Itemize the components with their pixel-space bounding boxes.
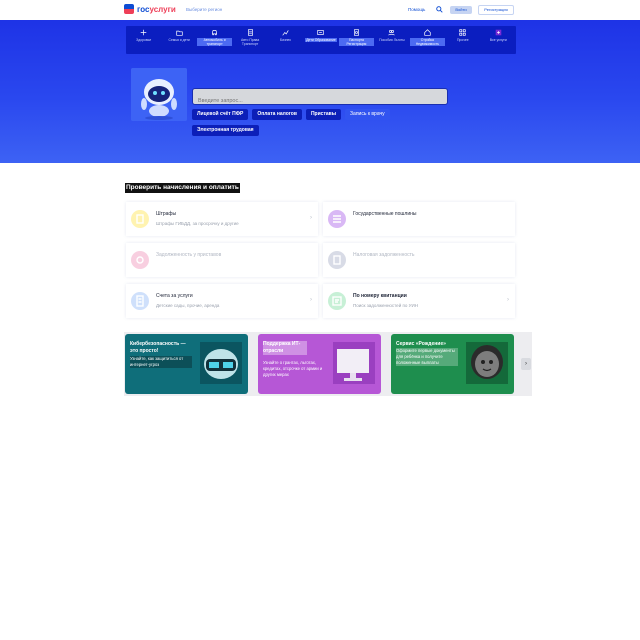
category-item[interactable]: Здоровье: [126, 26, 161, 54]
logo-text-uslugi: услуги: [149, 4, 176, 14]
car-icon: [211, 29, 218, 36]
education-icon: [317, 29, 325, 36]
passport-icon: [353, 29, 360, 36]
duty-icon: [328, 210, 346, 228]
chevron-right-icon: ›: [310, 297, 312, 303]
category-label: Паспорта Регистрация: [338, 38, 375, 46]
tile-subtitle: Поиск задолженностей по УИН: [353, 303, 418, 308]
fine-icon: [131, 210, 149, 228]
family-icon: [176, 29, 183, 36]
search-field[interactable]: [192, 88, 448, 109]
tile-title: Государственные пошлины: [353, 211, 417, 217]
bill-icon: [131, 292, 149, 310]
tile-title: Счета за услуги: [156, 293, 193, 299]
banner-title: Сервис «Рождение»: [396, 341, 446, 347]
banner-title: Кибербезопасность — это просто!: [130, 341, 186, 354]
category-label: Дети Образование: [305, 38, 337, 42]
banner-description: Узнайте, как защититься от интернет-угро…: [130, 356, 192, 368]
payment-tile[interactable]: По номеру квитанции Поиск задолженностей …: [323, 284, 515, 318]
tile-subtitle: Штрафы ГИБДД, за просрочку и другие: [156, 221, 239, 226]
promo-banner[interactable]: Кибербезопасность — это просто! Узнайте, …: [125, 334, 248, 394]
help-link[interactable]: Помощь: [408, 7, 425, 12]
category-label: Пособия Льготы: [379, 38, 405, 42]
category-item[interactable]: Стройка Недвижимость: [409, 26, 446, 54]
login-button[interactable]: Войти: [450, 6, 472, 14]
document-icon: [247, 29, 254, 36]
top-header: госуслуги Выберите регион Помощь Войти Р…: [0, 0, 640, 20]
category-label: Автомобиль и транспорт: [196, 38, 233, 46]
tile-title: Задолженность у приставов: [156, 252, 222, 258]
bailiff-icon: [131, 251, 149, 269]
payment-tile[interactable]: Задолженность у приставов: [126, 243, 318, 277]
grid-icon: [459, 29, 466, 36]
quick-link-chip[interactable]: Лицевой счёт ПФР: [192, 109, 249, 120]
monitor-icon: [333, 342, 375, 384]
category-item[interactable]: Авто Права Транспорт: [232, 26, 267, 54]
payment-tile[interactable]: Государственные пошлины: [323, 202, 515, 236]
carousel-next-button[interactable]: ›: [521, 358, 531, 370]
banner-description: Узнайте о грантах, льготах, кредитах, от…: [263, 360, 323, 377]
category-item[interactable]: Автомобиль и транспорт: [196, 26, 233, 54]
chevron-right-icon: ›: [310, 215, 312, 221]
promo-carousel: Кибербезопасность — это просто! Узнайте, …: [124, 332, 532, 396]
page: госуслуги Выберите регион Помощь Войти Р…: [0, 0, 640, 640]
banner-title: Поддержка ИТ-отрасли: [263, 341, 307, 355]
section-title: Проверить начисления и оплатить: [125, 183, 240, 193]
category-label: Семья и дети: [168, 38, 190, 42]
tile-title: Налоговая задолженность: [353, 252, 415, 258]
category-label: Авто Права Транспорт: [240, 38, 260, 46]
chevron-right-icon: ›: [507, 297, 509, 303]
search-input[interactable]: [193, 93, 447, 109]
receipt-icon: [328, 292, 346, 310]
category-item[interactable]: Пособия Льготы: [374, 26, 409, 54]
quick-link-chip[interactable]: Приставы: [305, 109, 342, 120]
category-item[interactable]: Прочее: [445, 26, 480, 54]
shield-helmet-icon: [200, 342, 242, 384]
house-icon: [424, 29, 431, 36]
banner-description: Оформите первые документы для ребёнка и …: [396, 348, 458, 366]
promo-banner[interactable]: Поддержка ИТ-отрасли Узнайте о грантах, л…: [258, 334, 381, 394]
quick-link-chip[interactable]: Электронная трудовая: [192, 125, 259, 136]
search-icon[interactable]: [436, 6, 443, 13]
robot-assistant-icon[interactable]: [131, 68, 187, 121]
tile-title: По номеру квитанции: [353, 293, 407, 299]
payment-tile[interactable]: Налоговая задолженность: [323, 243, 515, 277]
register-button[interactable]: Регистрация: [478, 5, 514, 15]
category-item[interactable]: Дети Образование: [303, 26, 338, 54]
baby-icon: [466, 342, 508, 384]
payments-grid: Штрафы Штрафы ГИБДД, за просрочку и други…: [126, 202, 515, 318]
tile-subtitle: Детские сады, прочие, аренда: [156, 303, 220, 308]
category-label: Стройка Недвижимость: [409, 38, 446, 46]
quick-link-chip[interactable]: Запись к врачу: [345, 109, 390, 120]
payment-tile[interactable]: Штрафы Штрафы ГИБДД, за просрочку и други…: [126, 202, 318, 236]
category-label: Здоровье: [136, 38, 152, 42]
tile-title: Штрафы: [156, 211, 177, 217]
category-label: Прочее: [456, 38, 469, 42]
logo-text-gos: гос: [137, 4, 150, 14]
logo-mark-icon: [124, 4, 134, 14]
category-item[interactable]: Паспорта Регистрация: [338, 26, 375, 54]
tax-icon: [328, 251, 346, 269]
quick-links: Лицевой счёт ПФР Оплата налогов Приставы За…: [192, 109, 452, 136]
region-selector[interactable]: Выберите регион: [186, 7, 222, 12]
category-label: Бизнес: [279, 38, 292, 42]
category-item[interactable]: Все услуги: [481, 26, 516, 54]
hero-section: Здоровье Семья и дети Автомобиль и транспо…: [0, 20, 640, 163]
services-icon: [495, 29, 502, 36]
quick-link-chip[interactable]: Оплата налогов: [252, 109, 302, 120]
category-item[interactable]: Бизнес: [268, 26, 303, 54]
benefits-icon: [388, 29, 396, 36]
category-label: Все услуги: [489, 38, 507, 42]
gosuslugi-logo[interactable]: госуслуги: [124, 4, 176, 14]
promo-banner[interactable]: Сервис «Рождение» Оформите первые докумен…: [391, 334, 514, 394]
health-icon: [140, 29, 147, 36]
category-item[interactable]: Семья и дети: [161, 26, 196, 54]
category-bar: Здоровье Семья и дети Автомобиль и транспо…: [126, 26, 516, 54]
payment-tile[interactable]: Счета за услуги Детские сады, прочие, аре…: [126, 284, 318, 318]
business-icon: [282, 29, 289, 36]
